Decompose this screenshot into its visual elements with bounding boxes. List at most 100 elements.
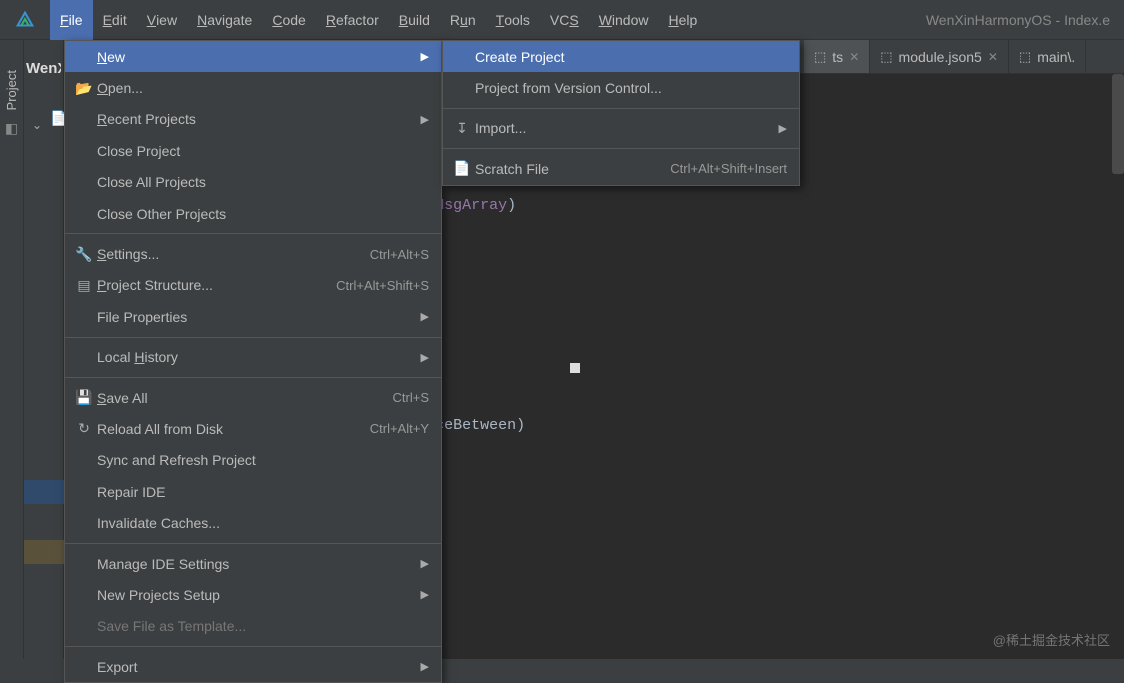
window-title: WenXinHarmonyOS - Index.e	[926, 12, 1118, 28]
watermark: @稀土掘金技术社区	[993, 630, 1110, 649]
submenu-label: Import...	[473, 120, 779, 136]
submenu-item-create-project[interactable]: Create Project	[443, 41, 799, 72]
menu-item-open[interactable]: 📂Open...	[65, 72, 441, 103]
submenu-item-scratch-file[interactable]: 📄Scratch FileCtrl+Alt+Shift+Insert	[443, 153, 799, 184]
menu-item-label: Close Project	[95, 143, 429, 159]
menu-item-label: Reload All from Disk	[95, 421, 370, 437]
menu-item-label: Export	[95, 659, 421, 675]
menu-item-sync-and-refresh-project[interactable]: Sync and Refresh Project	[65, 445, 441, 476]
shortcut: Ctrl+Alt+S	[370, 247, 429, 262]
menu-item-label: Local History	[95, 349, 421, 365]
import-icon: ↧	[451, 120, 473, 137]
submenu-arrow-icon: ▶	[779, 122, 787, 135]
bookmark-icon[interactable]: ◧	[5, 120, 18, 137]
save-icon: 💾	[73, 389, 95, 406]
menu-edit[interactable]: Edit	[93, 0, 137, 40]
editor-tab[interactable]: ⬚ main\.	[1009, 40, 1086, 73]
close-icon[interactable]: ✕	[988, 50, 998, 64]
close-icon[interactable]: ✕	[849, 50, 859, 64]
menu-item-reload-all-from-disk[interactable]: ↻Reload All from DiskCtrl+Alt+Y	[65, 413, 441, 444]
menu-item-new[interactable]: New▶	[65, 41, 441, 72]
menu-item-label: Settings...	[95, 246, 370, 262]
menu-run[interactable]: Run	[440, 0, 486, 40]
wrench-icon: 🔧	[73, 246, 95, 263]
menu-navigate[interactable]: Navigate	[187, 0, 262, 40]
structure-icon: ▤	[73, 277, 95, 294]
menu-window[interactable]: Window	[589, 0, 659, 40]
menu-item-invalidate-caches[interactable]: Invalidate Caches...	[65, 507, 441, 538]
menu-help[interactable]: Help	[659, 0, 708, 40]
menu-item-label: Project Structure...	[95, 277, 336, 293]
new-submenu-dropdown: Create Project Project from Version Contr…	[442, 40, 800, 186]
reload-icon: ↻	[73, 420, 95, 437]
menu-item-local-history[interactable]: Local History▶	[65, 342, 441, 373]
project-panel: WenX ⌄ 📄	[24, 40, 64, 659]
menu-item-label: Close All Projects	[95, 174, 429, 190]
folder-icon: 📂	[73, 80, 95, 97]
editor-tab[interactable]: ⬚module.json5✕	[870, 40, 1009, 73]
menu-code[interactable]: Code	[262, 0, 315, 40]
menu-view[interactable]: View	[137, 0, 187, 40]
project-marker-blue	[24, 480, 64, 504]
project-tool-button[interactable]: Project	[4, 70, 19, 110]
project-root-label[interactable]: WenX	[26, 60, 61, 77]
submenu-arrow-icon: ▶	[421, 113, 429, 126]
submenu-label: Project from Version Control...	[473, 80, 787, 96]
menu-file[interactable]: File	[50, 0, 93, 40]
menu-item-save-file-as-template: Save File as Template...	[65, 611, 441, 642]
shortcut: Ctrl+S	[393, 390, 429, 405]
file-type-icon: ⬚	[880, 49, 892, 65]
project-marker-gold	[24, 540, 64, 564]
submenu-arrow-icon: ▶	[421, 50, 429, 63]
menu-item-recent-projects[interactable]: Recent Projects▶	[65, 104, 441, 135]
menu-build[interactable]: Build	[389, 0, 440, 40]
menu-item-label: Recent Projects	[95, 111, 421, 127]
tool-window-rail: Project ◧	[0, 40, 24, 659]
menu-item-settings[interactable]: 🔧Settings...Ctrl+Alt+S	[65, 238, 441, 269]
app-logo-icon	[14, 9, 36, 31]
menu-item-label: Open...	[95, 80, 429, 96]
submenu-arrow-icon: ▶	[421, 310, 429, 323]
tab-label: main\.	[1037, 49, 1075, 65]
menu-item-project-structure[interactable]: ▤Project Structure...Ctrl+Alt+Shift+S	[65, 270, 441, 301]
submenu-label: Create Project	[473, 49, 787, 65]
submenu-item-project-from-version-control[interactable]: Project from Version Control...	[443, 72, 799, 103]
menu-tools[interactable]: Tools	[486, 0, 540, 40]
menu-item-label: Repair IDE	[95, 484, 429, 500]
vertical-scrollbar[interactable]	[1112, 74, 1124, 174]
menu-item-label: Sync and Refresh Project	[95, 452, 429, 468]
menu-item-new-projects-setup[interactable]: New Projects Setup▶	[65, 579, 441, 610]
menubar: FileEditViewNavigateCodeRefactorBuildRun…	[0, 0, 1124, 40]
menu-item-export[interactable]: Export▶	[65, 651, 441, 682]
submenu-item-import[interactable]: ↧Import...▶	[443, 113, 799, 144]
menu-item-save-all[interactable]: 💾Save AllCtrl+S	[65, 382, 441, 413]
breakpoint-marker-icon[interactable]	[570, 363, 580, 373]
submenu-arrow-icon: ▶	[421, 660, 429, 673]
tab-label: ts	[832, 49, 843, 65]
menu-item-manage-ide-settings[interactable]: Manage IDE Settings▶	[65, 548, 441, 579]
scratch-icon: 📄	[451, 160, 473, 177]
menu-item-close-other-projects[interactable]: Close Other Projects	[65, 198, 441, 229]
submenu-arrow-icon: ▶	[421, 351, 429, 364]
menu-vcs[interactable]: VCS	[540, 0, 589, 40]
menu-item-repair-ide[interactable]: Repair IDE	[65, 476, 441, 507]
tree-caret-icon[interactable]: ⌄	[32, 118, 42, 132]
menu-item-file-properties[interactable]: File Properties▶	[65, 301, 441, 332]
file-menu-dropdown: New▶📂Open...Recent Projects▶Close Projec…	[64, 40, 442, 683]
shortcut: Ctrl+Alt+Shift+S	[336, 278, 429, 293]
menu-item-label: New	[95, 49, 421, 65]
file-type-icon: ⬚	[1019, 49, 1031, 65]
menu-refactor[interactable]: Refactor	[316, 0, 389, 40]
menu-item-label: New Projects Setup	[95, 587, 421, 603]
menu-item-label: Manage IDE Settings	[95, 556, 421, 572]
submenu-label: Scratch File	[473, 161, 670, 177]
menu-item-close-all-projects[interactable]: Close All Projects	[65, 167, 441, 198]
shortcut: Ctrl+Alt+Y	[370, 421, 429, 436]
submenu-arrow-icon: ▶	[421, 588, 429, 601]
menu-item-label: Invalidate Caches...	[95, 515, 429, 531]
menu-item-close-project[interactable]: Close Project	[65, 135, 441, 166]
editor-tab[interactable]: ⬚ts✕	[804, 40, 870, 73]
shortcut: Ctrl+Alt+Shift+Insert	[670, 161, 787, 176]
menu-item-label: File Properties	[95, 309, 421, 325]
menu-item-label: Close Other Projects	[95, 206, 429, 222]
